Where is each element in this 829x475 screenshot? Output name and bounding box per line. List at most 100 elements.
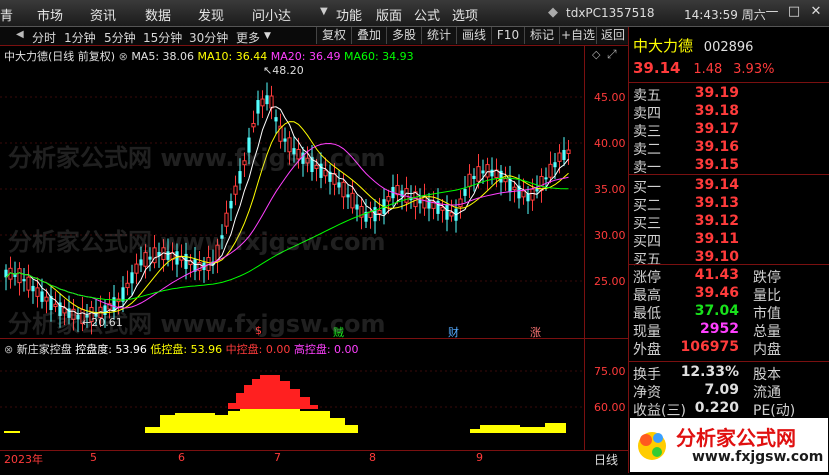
order-price: 39.13	[694, 195, 739, 211]
period-label[interactable]: 日线	[594, 451, 618, 468]
candle-body	[134, 263, 139, 274]
sub-axis-tick: 60.00	[594, 401, 626, 414]
overlay-button[interactable]: 叠加	[351, 27, 386, 44]
candle-body	[449, 212, 454, 217]
candle-body	[485, 164, 490, 178]
low-control-bar	[175, 413, 215, 433]
order-price: 39.19	[694, 85, 739, 101]
mark-button[interactable]: 标记	[524, 27, 559, 44]
low-control-bar	[470, 429, 480, 433]
event-dividend[interactable]: $	[255, 324, 262, 337]
tab-5min[interactable]: 5分钟	[104, 29, 136, 46]
low-control-bar	[4, 431, 20, 433]
sell-level[interactable]: 卖五 39.19	[633, 85, 829, 104]
mid-control-bar	[280, 381, 290, 409]
logo-url: www.fxjgsw.com	[692, 449, 824, 465]
buy-level[interactable]: 买四 39.11	[633, 231, 829, 250]
sell-level[interactable]: 卖一 39.15	[633, 157, 829, 176]
menu-item-options[interactable]: 选项	[452, 5, 478, 24]
candle-body	[247, 137, 251, 153]
back-icon[interactable]: ◀	[16, 29, 24, 40]
price-tick: 40.00	[594, 137, 626, 150]
stat-row: 最高 39.46 量比	[633, 285, 829, 304]
stock-code: 002896	[703, 40, 754, 55]
sell-level[interactable]: 卖二 39.16	[633, 139, 829, 158]
menu-item-news[interactable]: 资讯	[90, 5, 116, 24]
price-tick: 30.00	[594, 229, 626, 242]
multi-stock-button[interactable]: 多股	[386, 27, 421, 44]
close-icon[interactable]: ✕	[806, 3, 826, 21]
event-limit[interactable]: 涨	[530, 324, 541, 340]
stats-button[interactable]: 统计	[421, 27, 456, 44]
restore-rights-button[interactable]: 复权	[316, 27, 351, 44]
low-control-bar	[215, 415, 228, 433]
menu-item-market[interactable]: 市场	[37, 5, 63, 24]
stat-right-label: 量比	[753, 288, 781, 304]
tab-more[interactable]: 更多	[236, 29, 260, 46]
chevron-down-icon[interactable]: ▼	[264, 31, 271, 41]
event-finance[interactable]: 财	[448, 324, 459, 340]
dropdown-icon[interactable]: ▼	[320, 6, 328, 17]
tab-15min[interactable]: 15分钟	[143, 29, 182, 46]
stat-value: 106975	[680, 339, 739, 355]
user-icon[interactable]: ◆	[548, 5, 558, 20]
stat-row: 现量 2952 总量	[633, 321, 829, 340]
stat-right-label: 流通	[753, 385, 781, 401]
candle-body	[566, 149, 571, 154]
account-label: tdxPC1357518	[566, 6, 655, 20]
last-price: 39.14	[633, 59, 681, 77]
stat-value: 39.46	[694, 285, 739, 301]
site-logo: 分析家公式网 www.fxjgsw.com	[630, 418, 828, 472]
maximize-icon[interactable]: □	[784, 3, 804, 21]
candle-body	[233, 185, 238, 195]
order-label: 卖三	[633, 124, 661, 140]
order-label: 买二	[633, 198, 661, 214]
candle-body	[76, 314, 80, 320]
draw-line-button[interactable]: 画线	[456, 27, 491, 44]
sell-level[interactable]: 卖四 39.18	[633, 103, 829, 122]
quote-panel: 中大力德 002896 39.14 1.48 3.93% 卖五 39.19 卖四 39…	[628, 27, 829, 473]
menu-item-layout[interactable]: 版面	[376, 5, 402, 24]
stat-right-label: PE(动)	[753, 403, 796, 419]
mid-control-bar	[270, 375, 280, 409]
price-tick: 45.00	[594, 91, 626, 104]
ma-lines	[5, 106, 569, 316]
ma5-line	[5, 106, 569, 316]
sell-level[interactable]: 卖三 39.17	[633, 121, 829, 140]
add-watchlist-button[interactable]: +自选	[559, 27, 596, 44]
mid-control-bar	[252, 379, 260, 409]
stat-row: 最低 37.04 市值	[633, 303, 829, 322]
date-tick: 8	[369, 451, 376, 464]
return-button[interactable]: 返回	[596, 27, 629, 44]
candle-body	[323, 169, 328, 177]
candle-body	[445, 205, 449, 220]
candle-body	[526, 193, 530, 202]
menu-item-discover[interactable]: 发现	[198, 5, 224, 24]
tab-30min[interactable]: 30分钟	[189, 29, 228, 46]
tab-minute-time[interactable]: 分时	[32, 29, 56, 46]
mid-control-bar	[310, 405, 318, 409]
order-label: 买四	[633, 234, 661, 250]
candle-body	[166, 251, 170, 260]
mid-control-bar	[260, 375, 270, 409]
candle-body	[148, 256, 152, 260]
candle-body	[143, 252, 148, 267]
event-tag[interactable]: 贼	[333, 324, 344, 340]
menu-item-functions[interactable]: 功能	[336, 5, 362, 24]
tab-1min[interactable]: 1分钟	[64, 29, 96, 46]
buy-level[interactable]: 买三 39.12	[633, 213, 829, 232]
candle-body	[256, 100, 260, 114]
menu-item-ask[interactable]: 问小达	[252, 5, 291, 24]
menu-item-formula[interactable]: 公式	[414, 5, 440, 24]
stat-label: 涨停	[633, 270, 661, 286]
candle-body	[112, 297, 116, 312]
order-label: 卖四	[633, 106, 661, 122]
f10-button[interactable]: F10	[491, 27, 524, 44]
order-price: 39.11	[694, 231, 739, 247]
minimize-icon[interactable]: —	[762, 3, 782, 21]
buy-level[interactable]: 买一 39.14	[633, 177, 829, 196]
menu-item-data[interactable]: 数据	[145, 5, 171, 24]
stat-row: 涨停 41.43 跌停	[633, 267, 829, 286]
menu-item-partial[interactable]: 青	[0, 5, 13, 24]
buy-level[interactable]: 买二 39.13	[633, 195, 829, 214]
